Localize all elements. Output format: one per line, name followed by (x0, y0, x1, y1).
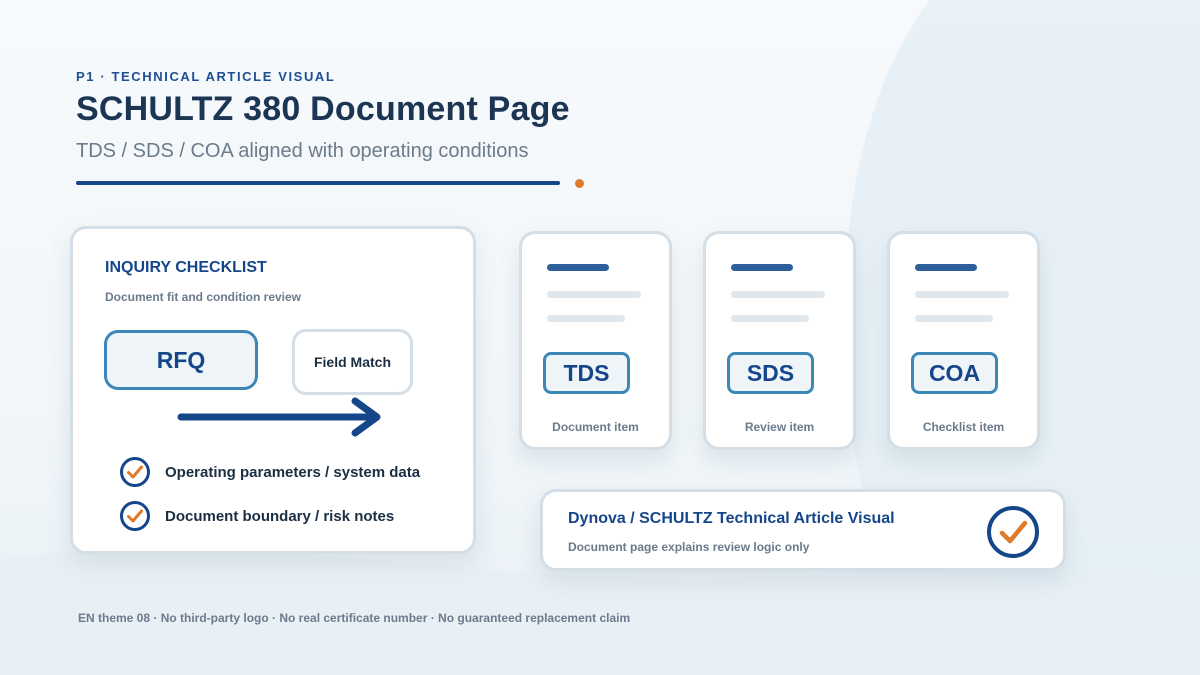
doc-line-heading (547, 264, 609, 271)
check-circle-icon (987, 506, 1039, 558)
rfq-pill: RFQ (104, 330, 258, 390)
doc-line (731, 291, 825, 298)
document-card-sds: SDS Review item (703, 231, 856, 450)
field-match-pill: Field Match (292, 329, 413, 395)
footer-disclaimer: EN theme 08 · No third-party logo · No r… (78, 611, 631, 625)
inquiry-checklist-card: INQUIRY CHECKLIST Document fit and condi… (70, 226, 476, 554)
doc-line (915, 291, 1009, 298)
eyebrow-label: P1 · TECHNICAL ARTICLE VISUAL (76, 69, 336, 84)
document-tag: SDS (727, 352, 814, 394)
document-card-tds: TDS Document item (519, 231, 672, 450)
document-card-coa: COA Checklist item (887, 231, 1040, 450)
document-tag: TDS (543, 352, 630, 394)
document-label: Document item (552, 420, 639, 434)
checklist-title: INQUIRY CHECKLIST (105, 259, 267, 276)
document-label: Review item (744, 420, 815, 434)
check-circle-icon (120, 457, 150, 487)
checklist-subtitle: Document fit and condition review (105, 290, 302, 304)
article-visual-card: Dynova / SCHULTZ Technical Article Visua… (540, 489, 1066, 571)
doc-line (547, 291, 641, 298)
document-label: Checklist item (922, 420, 1005, 434)
page-subtitle: TDS / SDS / COA aligned with operating c… (76, 140, 529, 162)
checklist-item-label: Operating parameters / system data (165, 463, 421, 481)
doc-line (915, 315, 993, 322)
checklist-item: Document boundary / risk notes (119, 500, 394, 532)
doc-line (731, 315, 809, 322)
page-title: SCHULTZ 380 Document Page (76, 90, 570, 128)
checklist-item: Operating parameters / system data (119, 456, 420, 488)
title-divider (76, 181, 560, 185)
doc-line-heading (731, 264, 793, 271)
article-visual-subtitle: Document page explains review logic only (568, 540, 810, 554)
arrow-right-icon (177, 397, 381, 437)
divider-dot (575, 179, 584, 188)
doc-line-heading (915, 264, 977, 271)
doc-line (547, 315, 625, 322)
checklist-item-label: Document boundary / risk notes (165, 507, 395, 525)
check-circle-icon (120, 501, 150, 531)
document-tag: COA (911, 352, 998, 394)
article-visual-title: Dynova / SCHULTZ Technical Article Visua… (568, 510, 895, 527)
